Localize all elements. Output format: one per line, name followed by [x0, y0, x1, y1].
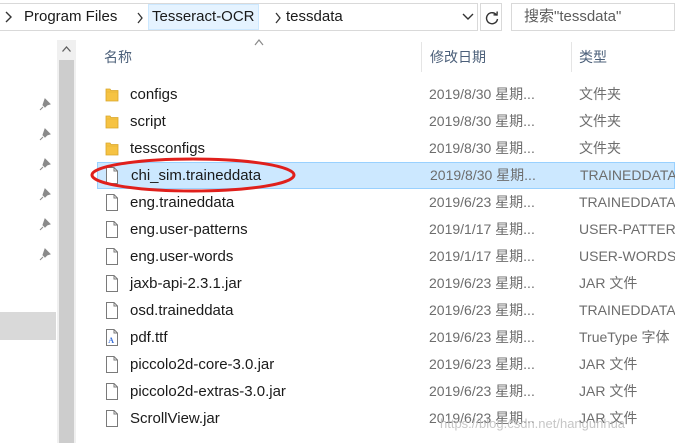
file-date: 2019/6/23 星期...: [429, 302, 535, 318]
pin-icon[interactable]: [38, 128, 52, 142]
file-icon: [105, 302, 119, 319]
refresh-button[interactable]: [480, 3, 502, 31]
file-date: 2019/6/23 星期...: [429, 194, 535, 210]
scroll-up-icon[interactable]: [62, 46, 71, 52]
pin-icon[interactable]: [38, 218, 52, 232]
annotation-ellipse: [90, 157, 296, 193]
file-name: configs: [130, 86, 178, 103]
pin-icon[interactable]: [38, 188, 52, 202]
file-icon: [105, 356, 119, 373]
file-date: 2019/6/23 星期...: [429, 383, 535, 399]
file-type: 文件夹: [579, 140, 621, 156]
file-name: osd.traineddata: [130, 302, 234, 319]
file-row[interactable]: piccolo2d-extras-3.0.jar 2019/6/23 星期... J…: [97, 378, 675, 405]
toolbar: Program Files Tesseract-OCR tessdata 搜索"…: [0, 0, 675, 36]
breadcrumb-tessdata[interactable]: tessdata: [286, 4, 343, 30]
file-icon: [105, 248, 119, 265]
file-icon: [105, 194, 119, 211]
file-date: 2019/8/30 星期...: [429, 113, 535, 129]
column-header-date[interactable]: 修改日期: [430, 42, 486, 72]
file-row[interactable]: configs 2019/8/30 星期... 文件夹: [97, 81, 675, 108]
column-divider[interactable]: [571, 42, 572, 72]
file-name: jaxb-api-2.3.1.jar: [130, 275, 242, 292]
svg-text:A: A: [108, 336, 114, 345]
file-name: piccolo2d-core-3.0.jar: [130, 356, 275, 373]
file-icon: [105, 221, 119, 238]
file-row[interactable]: eng.user-patterns 2019/1/17 星期... USER-PAT…: [97, 216, 675, 243]
font-file-icon: A: [105, 329, 119, 346]
chevron-right-icon[interactable]: [4, 10, 14, 24]
file-type: JAR 文件: [579, 383, 638, 399]
file-type: TRAINEDDATA: [580, 167, 675, 183]
chevron-right-icon[interactable]: [136, 12, 144, 24]
file-type: 文件夹: [579, 113, 621, 129]
file-date: 2019/8/30 星期...: [429, 140, 535, 156]
file-row[interactable]: jaxb-api-2.3.1.jar 2019/6/23 星期... JAR 文件: [97, 270, 675, 297]
scrollbar-thumb[interactable]: [59, 60, 74, 443]
refresh-icon: [485, 11, 499, 25]
address-bar[interactable]: Program Files Tesseract-OCR tessdata: [0, 3, 478, 31]
file-date: 2019/6/23 星期...: [429, 356, 535, 372]
file-row[interactable]: osd.traineddata 2019/6/23 星期... TRAINEDDAT…: [97, 297, 675, 324]
breadcrumb-tesseract-ocr[interactable]: Tesseract-OCR: [148, 4, 259, 30]
file-date: 2019/1/17 星期...: [429, 248, 535, 264]
file-name: ScrollView.jar: [130, 410, 220, 427]
file-name: eng.user-patterns: [130, 221, 248, 238]
chevron-right-icon[interactable]: [274, 12, 282, 24]
column-divider[interactable]: [421, 42, 422, 72]
nav-selected-item[interactable]: [0, 312, 56, 340]
navigation-pane[interactable]: [0, 36, 77, 443]
file-type: 文件夹: [579, 86, 621, 102]
file-icon: [105, 410, 119, 427]
folder-icon: [105, 86, 119, 103]
file-icon: [105, 275, 119, 292]
pin-icon[interactable]: [38, 248, 52, 262]
file-date: 2019/6/23 星期...: [429, 275, 535, 291]
breadcrumb-program-files[interactable]: Program Files: [24, 4, 117, 30]
file-row[interactable]: eng.user-words 2019/1/17 星期... USER-WORDS: [97, 243, 675, 270]
folder-icon: [105, 113, 119, 130]
file-date: 2019/1/17 星期...: [429, 221, 535, 237]
file-type: USER-PATTERNS: [579, 221, 675, 237]
column-header-type[interactable]: 类型: [579, 42, 607, 72]
file-name: script: [130, 113, 166, 130]
file-name: pdf.ttf: [130, 329, 168, 346]
sort-ascending-icon: [254, 39, 264, 46]
watermark: https://blog.csdn.net/hangunhua: [440, 416, 626, 431]
file-date: 2019/8/30 星期...: [429, 86, 535, 102]
file-type: JAR 文件: [579, 356, 638, 372]
file-icon: [105, 383, 119, 400]
file-type: TRAINEDDATA: [579, 302, 675, 318]
file-type: TrueType 字体: [579, 329, 670, 345]
file-type: USER-WORDS: [579, 248, 675, 264]
file-row[interactable]: Apdf.ttf 2019/6/23 星期... TrueType 字体: [97, 324, 675, 351]
pin-icon[interactable]: [38, 98, 52, 112]
chevron-down-icon[interactable]: [462, 12, 474, 22]
pin-icon[interactable]: [38, 158, 52, 172]
file-name: eng.user-words: [130, 248, 234, 265]
file-row[interactable]: piccolo2d-core-3.0.jar 2019/6/23 星期... JAR…: [97, 351, 675, 378]
search-input[interactable]: 搜索"tessdata": [511, 3, 675, 31]
file-type: JAR 文件: [579, 275, 638, 291]
file-type: TRAINEDDATA: [579, 194, 675, 210]
file-date: 2019/8/30 星期...: [430, 167, 536, 183]
file-row[interactable]: script 2019/8/30 星期... 文件夹: [97, 108, 675, 135]
file-date: 2019/6/23 星期...: [429, 329, 535, 345]
folder-icon: [105, 140, 119, 157]
column-header-name[interactable]: 名称: [104, 42, 132, 72]
nav-scrollbar[interactable]: [57, 40, 76, 443]
file-name: piccolo2d-extras-3.0.jar: [130, 383, 286, 400]
